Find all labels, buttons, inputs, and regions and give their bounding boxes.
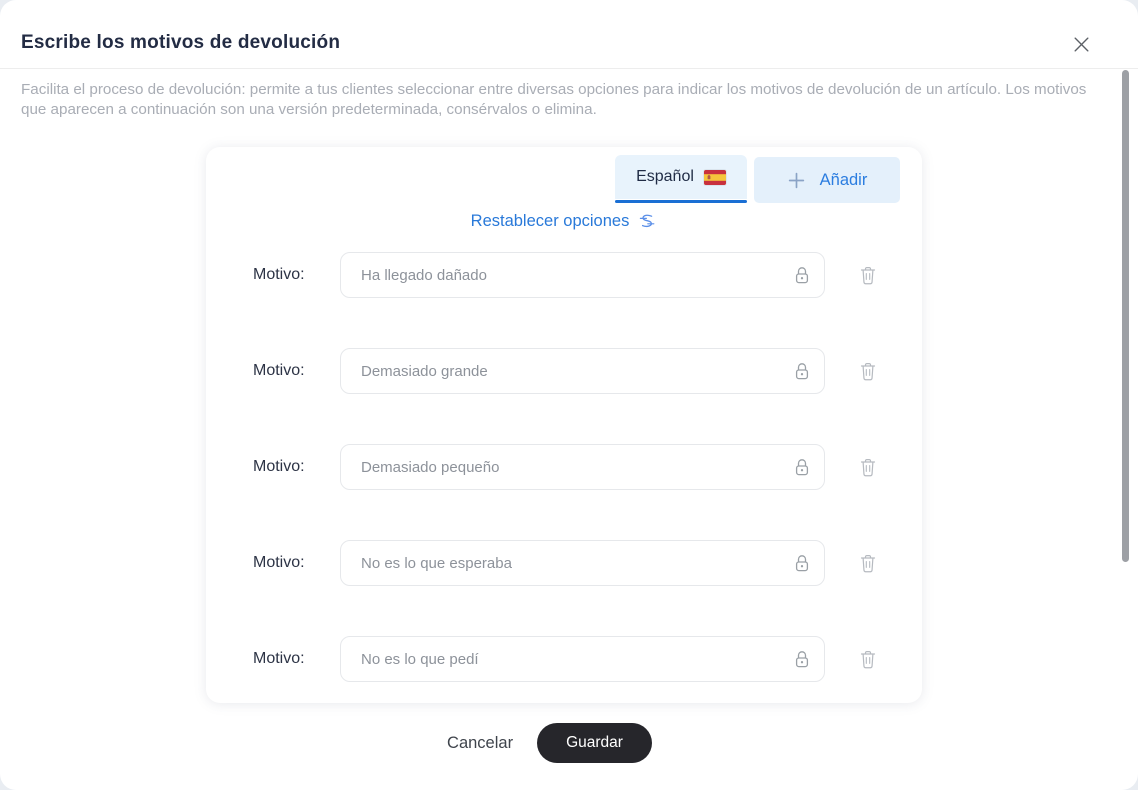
motivo-input[interactable] bbox=[340, 444, 825, 490]
motivo-input-wrap bbox=[340, 444, 825, 490]
motivo-input-wrap bbox=[340, 252, 825, 298]
motivo-input[interactable] bbox=[340, 540, 825, 586]
lock-icon bbox=[793, 553, 811, 573]
motivo-label: Motivo: bbox=[253, 362, 340, 380]
motivo-input[interactable] bbox=[340, 636, 825, 682]
lock-icon bbox=[793, 457, 811, 477]
lock-icon bbox=[793, 265, 811, 285]
spain-flag-icon bbox=[704, 170, 726, 185]
motivo-label: Motivo: bbox=[253, 554, 340, 572]
scrollbar-thumb[interactable] bbox=[1122, 70, 1129, 562]
add-language-label: Añadir bbox=[820, 171, 868, 190]
delete-motivo-button[interactable] bbox=[857, 552, 879, 574]
motivo-rows: Motivo: Motivo: bbox=[206, 252, 922, 682]
motivo-input[interactable] bbox=[340, 252, 825, 298]
motivo-label: Motivo: bbox=[253, 266, 340, 284]
motivo-input-wrap bbox=[340, 636, 825, 682]
save-button[interactable]: Guardar bbox=[537, 723, 652, 763]
modal-title: Escribe los motivos de devolución bbox=[21, 32, 340, 54]
plus-icon bbox=[787, 171, 806, 190]
tab-espanol[interactable]: Español bbox=[615, 155, 747, 199]
close-icon bbox=[1072, 35, 1091, 57]
motivo-row: Motivo: bbox=[206, 444, 922, 490]
delete-motivo-button[interactable] bbox=[857, 648, 879, 670]
return-reasons-modal: Escribe los motivos de devolución Facili… bbox=[0, 0, 1138, 790]
reset-icon bbox=[637, 211, 657, 231]
motivo-input-wrap bbox=[340, 348, 825, 394]
motivo-input[interactable] bbox=[340, 348, 825, 394]
motivo-row: Motivo: bbox=[206, 252, 922, 298]
motivo-row: Motivo: bbox=[206, 636, 922, 682]
tab-espanol-label: Español bbox=[636, 168, 694, 186]
lock-icon bbox=[793, 649, 811, 669]
scrollbar-track bbox=[1121, 70, 1130, 786]
motivo-label: Motivo: bbox=[253, 650, 340, 668]
delete-motivo-button[interactable] bbox=[857, 360, 879, 382]
reset-options-link[interactable]: Restablecer opciones bbox=[206, 211, 922, 231]
modal-description: Facilita el proceso de devolución: permi… bbox=[21, 80, 1089, 120]
lock-icon bbox=[793, 361, 811, 381]
reset-options-label: Restablecer opciones bbox=[471, 212, 630, 231]
tabs-row: Español Añadir bbox=[615, 155, 900, 203]
delete-motivo-button[interactable] bbox=[857, 264, 879, 286]
modal-footer: Cancelar Guardar bbox=[0, 723, 1138, 763]
motivo-input-wrap bbox=[340, 540, 825, 586]
close-button[interactable] bbox=[1070, 35, 1092, 57]
motivo-row: Motivo: bbox=[206, 540, 922, 586]
cancel-button[interactable]: Cancelar bbox=[447, 734, 513, 753]
add-language-button[interactable]: Añadir bbox=[754, 157, 900, 203]
motivo-row: Motivo: bbox=[206, 348, 922, 394]
modal-header: Escribe los motivos de devolución bbox=[0, 0, 1138, 69]
motivo-label: Motivo: bbox=[253, 458, 340, 476]
reasons-card: Español Añadir bbox=[206, 147, 922, 703]
delete-motivo-button[interactable] bbox=[857, 456, 879, 478]
